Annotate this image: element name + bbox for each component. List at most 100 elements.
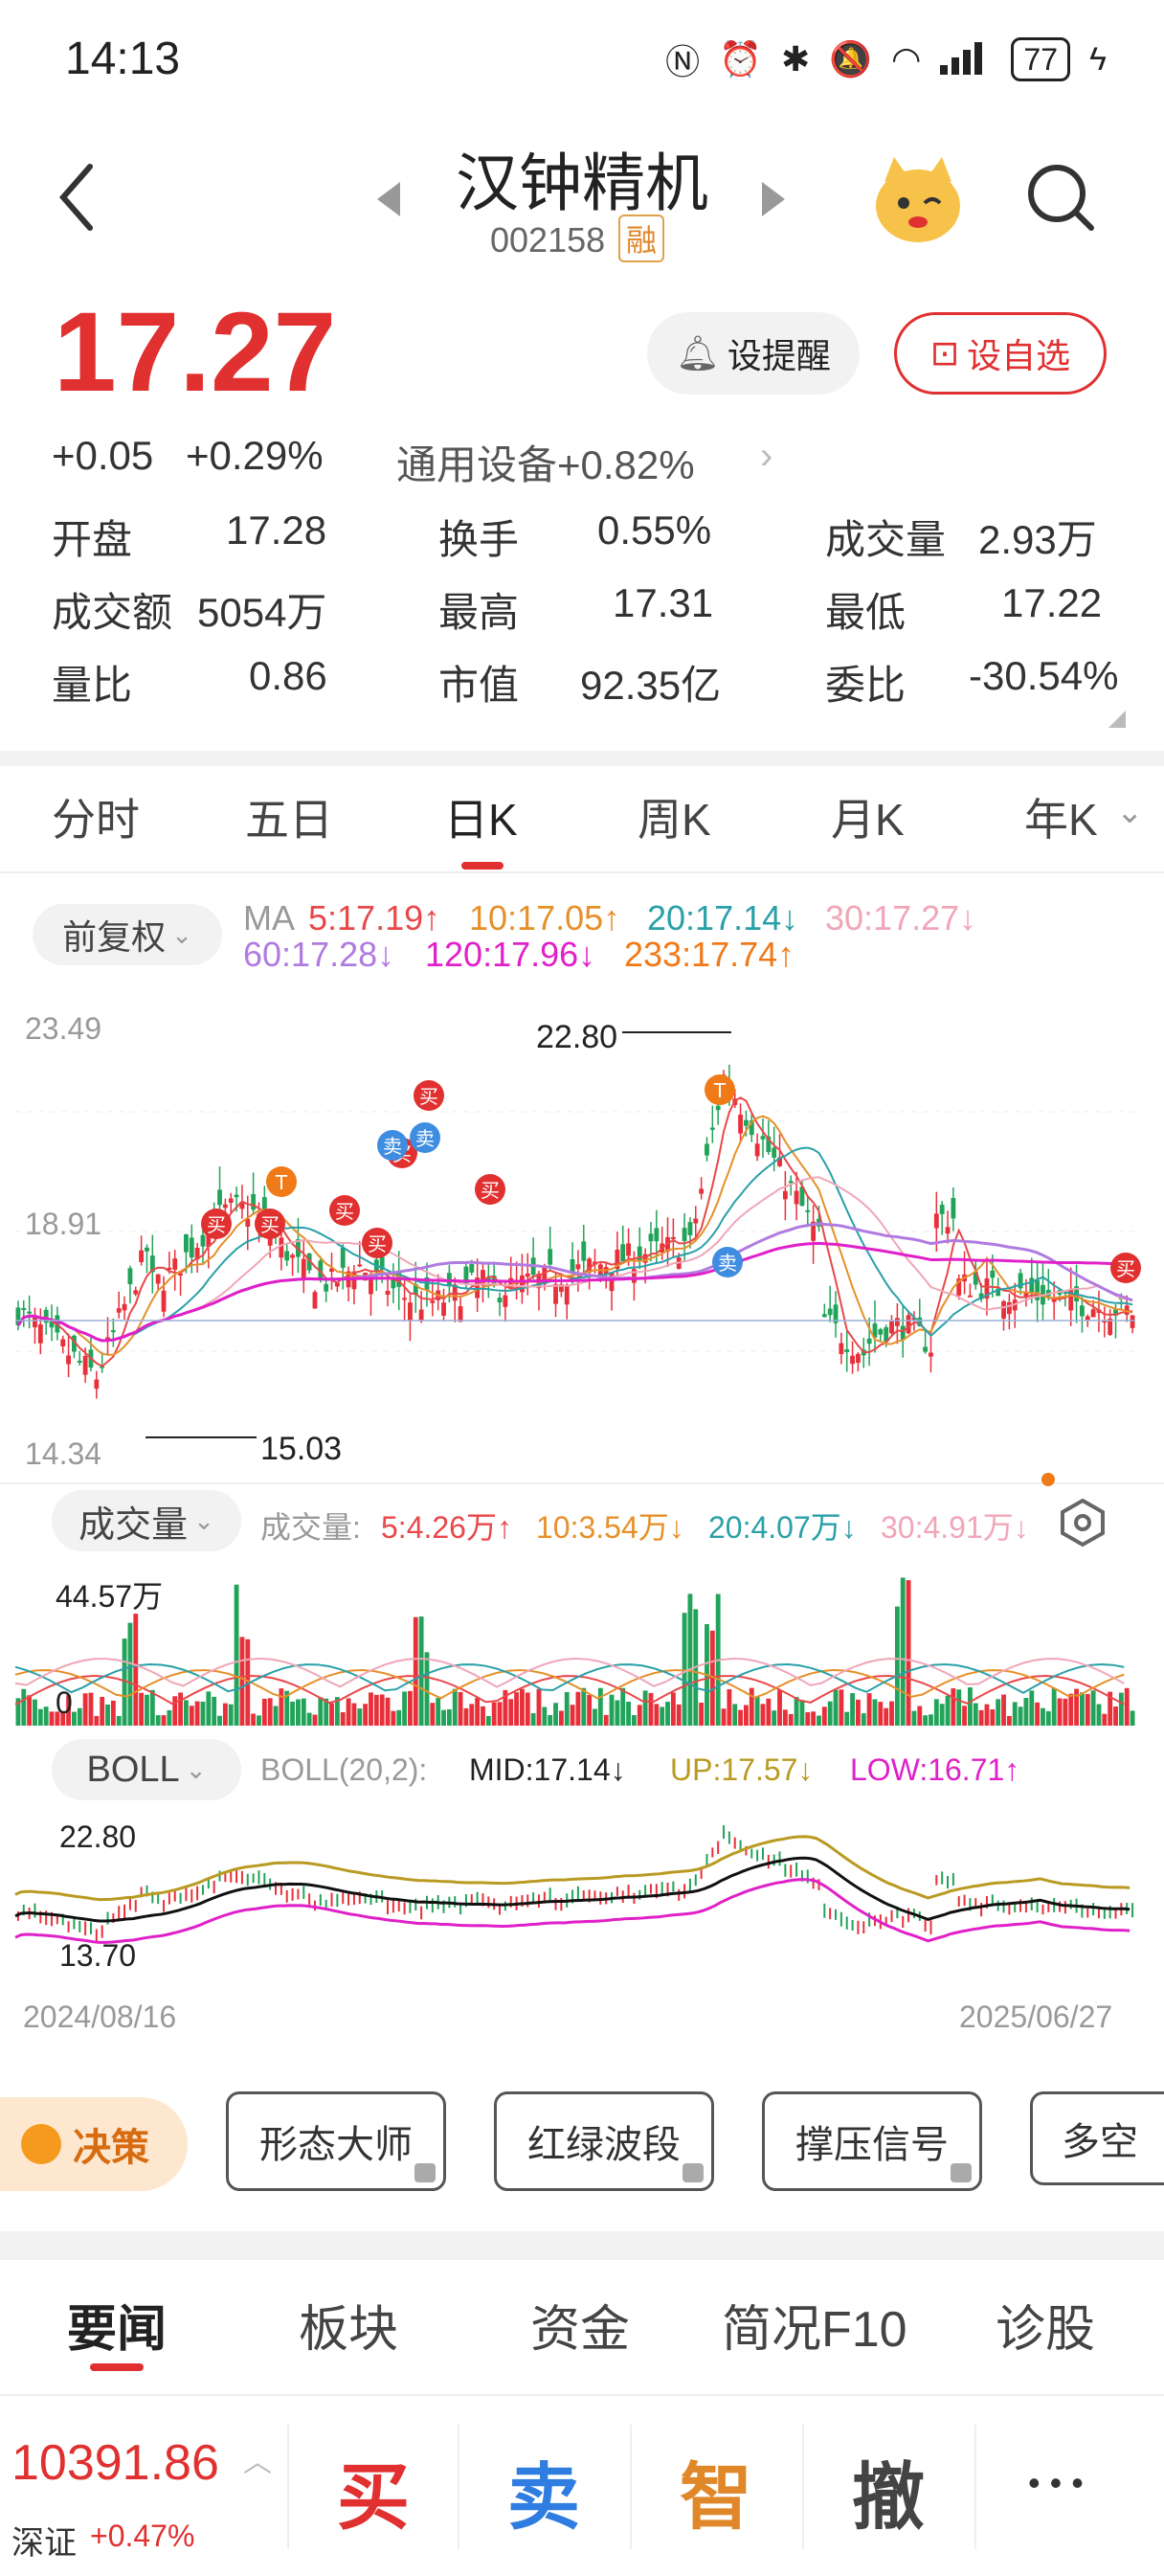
- tab-intraday[interactable]: 分时: [52, 785, 140, 848]
- tab-yearly-k[interactable]: 年K: [1024, 785, 1098, 848]
- tab-news[interactable]: 要闻: [67, 2289, 167, 2361]
- candle-body: [145, 1247, 149, 1252]
- tab-sector[interactable]: 板块: [299, 2289, 398, 2361]
- volume-bar: [1001, 1694, 1006, 1726]
- candle-body: [866, 1338, 872, 1344]
- candle-body: [1006, 1301, 1012, 1315]
- set-alert-button[interactable]: 🔔︎ 设提醒: [647, 312, 860, 395]
- field-label: 开盘: [52, 517, 133, 562]
- volume-bar: [642, 1690, 648, 1726]
- volume-bar: [217, 1715, 222, 1726]
- tab-indicator: [461, 862, 504, 870]
- sell-button[interactable]: 卖: [507, 2438, 580, 2543]
- signal-marker-label: 买: [207, 1213, 226, 1236]
- candle-body: [37, 1324, 43, 1344]
- candle-body: [682, 1228, 687, 1241]
- tool-pattern-master[interactable]: 形态大师: [226, 2091, 446, 2191]
- bell-icon: 🔔︎: [676, 333, 720, 373]
- field-value: 17.28: [226, 508, 327, 553]
- high-price-label: 22.80: [536, 1019, 618, 1055]
- volume-bar: [77, 1707, 82, 1726]
- expand-corner-icon[interactable]: [1108, 711, 1126, 728]
- volume-bar: [301, 1698, 306, 1726]
- tool-label: 红绿波段: [527, 2124, 681, 2166]
- candle-body: [754, 1143, 760, 1157]
- mascot-icon[interactable]: [865, 153, 971, 249]
- divider: [802, 2425, 804, 2549]
- volume-bar: [357, 1708, 363, 1726]
- signal-marker-label: 买: [335, 1200, 354, 1223]
- volume-bar: [346, 1698, 351, 1726]
- tool-label: 多空: [1062, 2121, 1138, 2163]
- current-price: 17.27: [54, 289, 337, 416]
- boll-selector-label: BOLL: [86, 1749, 180, 1790]
- tool-red-green-band[interactable]: 红绿波段: [494, 2091, 714, 2191]
- volume-selector[interactable]: 成交量 ⌄: [52, 1490, 241, 1551]
- candle-body: [709, 1127, 715, 1130]
- index-value[interactable]: 10391.86: [11, 2434, 219, 2492]
- cancel-order-button[interactable]: 撤: [852, 2438, 925, 2543]
- volume-bar: [94, 1715, 100, 1726]
- candle-body: [1130, 1315, 1135, 1328]
- vol-ma-30: 30:4.91万↓: [881, 1510, 1029, 1545]
- volume-bar: [1085, 1693, 1090, 1726]
- tab-diagnose[interactable]: 诊股: [996, 2289, 1095, 2361]
- tab-monthly-k[interactable]: 月K: [831, 785, 905, 848]
- tab-f10[interactable]: 简况F10: [722, 2289, 907, 2361]
- volume-bar: [155, 1715, 161, 1726]
- candle-body: [1085, 1316, 1090, 1321]
- field-value: 5054万: [197, 590, 327, 635]
- volume-bar: [127, 1622, 133, 1726]
- tab-five-day[interactable]: 五日: [245, 785, 333, 848]
- volume-bar: [257, 1715, 261, 1726]
- candle-body: [301, 1258, 306, 1279]
- volume-bar: [1057, 1698, 1063, 1726]
- tool-support-resistance[interactable]: 撑压信号: [762, 2091, 982, 2191]
- tab-capital[interactable]: 资金: [530, 2289, 630, 2361]
- settings-hex-icon[interactable]: [1059, 1498, 1107, 1548]
- volume-bar: [520, 1688, 525, 1726]
- field-value: 17.31: [613, 580, 714, 625]
- boll-selector[interactable]: BOLL ⌄: [52, 1739, 241, 1800]
- more-icon[interactable]: • • •: [1028, 2463, 1084, 2503]
- volume-chart[interactable]: [0, 1561, 1164, 1733]
- tab-weekly-k[interactable]: 周K: [638, 785, 711, 848]
- volume-bar: [939, 1704, 945, 1726]
- volume-bar: [900, 1577, 906, 1726]
- volume-bar: [782, 1709, 788, 1726]
- volume-bar: [1029, 1690, 1035, 1726]
- next-stock-icon[interactable]: [760, 180, 787, 218]
- tool-label: 形态大师: [259, 2124, 413, 2166]
- divider: [0, 751, 1164, 766]
- volume-bar: [1102, 1713, 1108, 1726]
- volume-bar: [884, 1707, 889, 1726]
- volume-bar: [340, 1712, 346, 1726]
- volume-bar: [239, 1637, 245, 1726]
- candle-body: [1001, 1300, 1006, 1319]
- volume-bar: [234, 1584, 239, 1726]
- search-icon[interactable]: [1024, 161, 1097, 234]
- kline-chart[interactable]: 买买买买买买买卖卖卖TT买: [0, 992, 1164, 1480]
- tool-long-short[interactable]: 多空: [1030, 2091, 1164, 2185]
- volume-bar: [929, 1714, 933, 1726]
- field-label: 成交量: [825, 517, 947, 562]
- boll-chart[interactable]: [0, 1810, 1164, 1982]
- candle-body: [878, 1329, 884, 1335]
- buy-button[interactable]: 买: [337, 2438, 410, 2543]
- add-watchlist-button[interactable]: ⊡ 设自选: [894, 312, 1107, 395]
- volume-bar: [699, 1703, 705, 1726]
- volume-bar: [508, 1699, 514, 1726]
- tab-daily-k[interactable]: 日K: [444, 785, 518, 848]
- decision-icon: [21, 2124, 61, 2164]
- candle-body: [340, 1247, 346, 1268]
- sector-link[interactable]: 通用设备+0.82%: [396, 433, 695, 491]
- index-name: 深证: [11, 2525, 77, 2562]
- volume-bar: [273, 1706, 279, 1726]
- alarm-icon: ⏰: [719, 39, 762, 79]
- decision-button[interactable]: 决策: [0, 2097, 188, 2191]
- smart-button[interactable]: 智: [680, 2438, 752, 2543]
- volume-bar: [772, 1710, 777, 1726]
- candle-body: [670, 1236, 676, 1239]
- candle-body: [654, 1228, 660, 1242]
- adjust-selector[interactable]: 前复权 ⌄: [33, 904, 222, 965]
